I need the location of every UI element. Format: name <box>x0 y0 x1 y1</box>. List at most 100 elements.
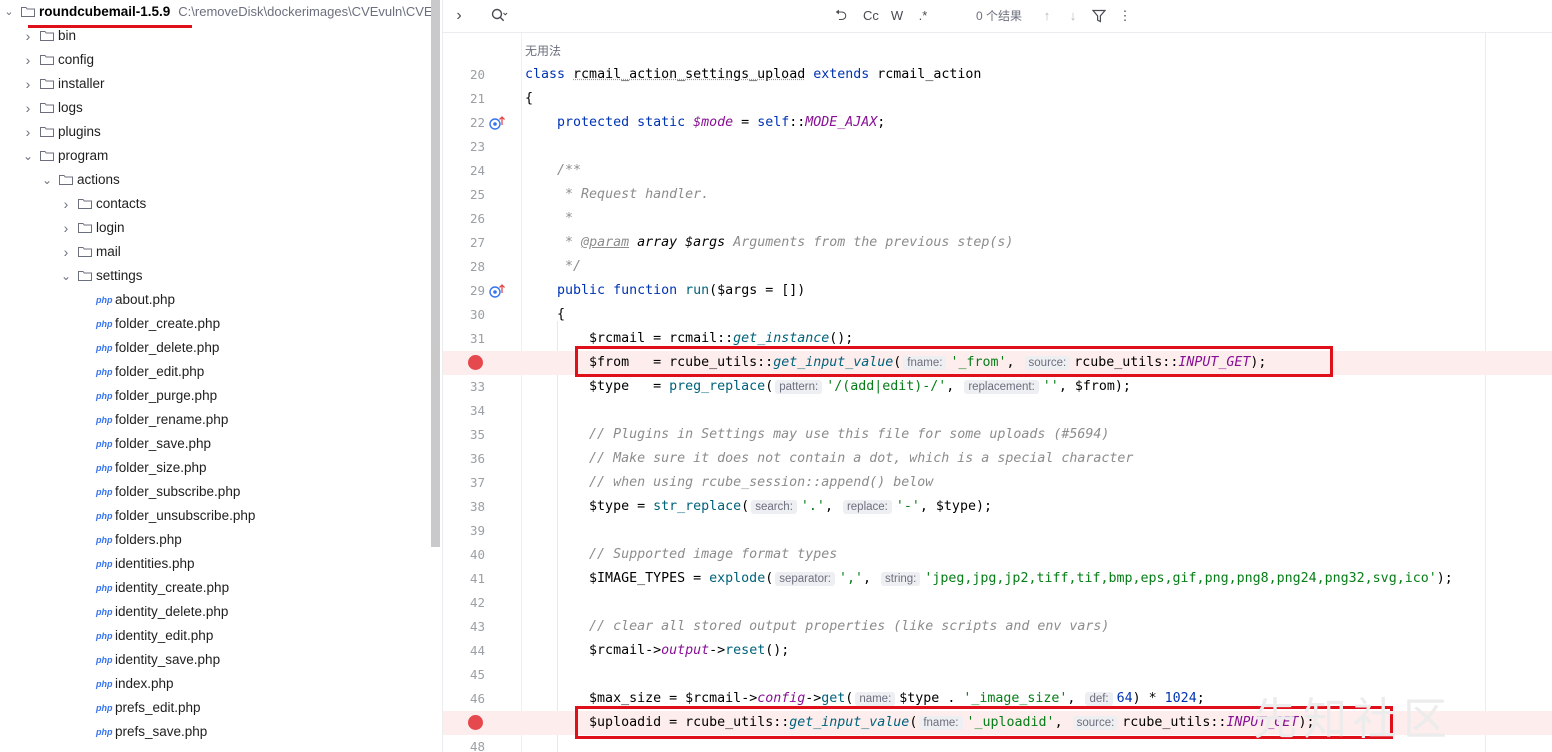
override-method-icon[interactable] <box>488 115 506 131</box>
match-case-button[interactable]: Cc <box>859 0 883 32</box>
tree-folder-item[interactable]: › config <box>0 48 440 72</box>
code-line[interactable]: /** <box>525 159 581 183</box>
line-number[interactable]: 26 <box>443 207 485 231</box>
override-method-icon[interactable] <box>488 283 506 299</box>
line-number[interactable]: 24 <box>443 159 485 183</box>
tree-folder-item[interactable]: ⌄ program <box>0 144 440 168</box>
tree-file-item[interactable]: php identity_create.php <box>0 576 440 600</box>
code-line[interactable]: $type = str_replace(search: '.', replace:… <box>525 495 992 519</box>
line-number[interactable] <box>443 351 485 375</box>
tree-folder-item[interactable]: › plugins <box>0 120 440 144</box>
line-number[interactable]: 33 <box>443 375 485 399</box>
code-line[interactable]: // clear all stored output properties (l… <box>525 615 1109 639</box>
tree-folder-item[interactable]: › contacts <box>0 192 440 216</box>
line-number[interactable]: 46 <box>443 687 485 711</box>
tree-file-item[interactable]: php folder_edit.php <box>0 360 440 384</box>
code-line[interactable]: * <box>525 207 573 231</box>
chevron-right-icon[interactable]: › <box>22 24 34 48</box>
line-number[interactable]: 27 <box>443 231 485 255</box>
code-line[interactable]: public function run($args = []) <box>525 279 805 303</box>
line-number[interactable]: 21 <box>443 87 485 111</box>
tree-folder-item[interactable]: › mail <box>0 240 440 264</box>
code-line[interactable]: // when using rcube_session::append() be… <box>525 471 933 495</box>
tree-file-item[interactable]: php folder_rename.php <box>0 408 440 432</box>
previous-occurrence-icon[interactable]: ↑ <box>1038 0 1056 32</box>
line-number[interactable] <box>443 711 485 735</box>
tree-scrollbar[interactable] <box>431 0 440 547</box>
line-number[interactable]: 38 <box>443 495 485 519</box>
tree-file-item[interactable]: php folder_subscribe.php <box>0 480 440 504</box>
line-number[interactable]: 37 <box>443 471 485 495</box>
line-number[interactable]: 42 <box>443 591 485 615</box>
code-line[interactable]: * @param array $args Arguments from the … <box>525 231 1013 255</box>
tree-file-item[interactable]: php folder_size.php <box>0 456 440 480</box>
tree-file-item[interactable]: php prefs_save.php <box>0 720 440 744</box>
more-options-icon[interactable]: ⋮ <box>1117 0 1133 32</box>
line-number[interactable]: 34 <box>443 399 485 423</box>
line-number[interactable]: 22 <box>443 111 485 135</box>
code-line[interactable]: // Plugins in Settings may use this file… <box>525 423 1109 447</box>
chevron-down-icon[interactable]: ⌄ <box>60 264 72 288</box>
tree-file-item[interactable]: php identity_save.php <box>0 648 440 672</box>
line-number[interactable]: 36 <box>443 447 485 471</box>
tree-file-item[interactable]: php folder_delete.php <box>0 336 440 360</box>
code-line[interactable]: */ <box>525 255 581 279</box>
tree-file-item[interactable]: php index.php <box>0 672 440 696</box>
code-line[interactable]: class rcmail_action_settings_upload exte… <box>525 63 981 87</box>
tree-file-item[interactable]: php folder_unsubscribe.php <box>0 504 440 528</box>
chevron-right-icon[interactable]: › <box>60 192 72 216</box>
code-line[interactable]: { <box>525 303 565 327</box>
line-number[interactable]: 44 <box>443 639 485 663</box>
tree-file-item[interactable]: php identity_delete.php <box>0 600 440 624</box>
code-line[interactable]: $type = preg_replace(pattern: '/(add|edit… <box>525 375 1131 399</box>
line-number[interactable]: 39 <box>443 519 485 543</box>
tree-file-item[interactable]: php folder_purge.php <box>0 384 440 408</box>
line-number[interactable]: 25 <box>443 183 485 207</box>
code-line[interactable]: * Request handler. <box>525 183 709 207</box>
tree-folder-item[interactable]: ⌄ settings <box>0 264 440 288</box>
next-occurrence-icon[interactable]: ↓ <box>1064 0 1082 32</box>
tree-folder-item[interactable]: › logs <box>0 96 440 120</box>
filter-icon[interactable] <box>1090 0 1108 32</box>
chevron-right-icon[interactable]: › <box>22 96 34 120</box>
tree-root-row[interactable]: ⌄ roundcubemail-1.5.9 C:\removeDisk\docke… <box>0 0 440 24</box>
line-number[interactable]: 29 <box>443 279 485 303</box>
tree-file-item[interactable]: php about.php <box>0 288 440 312</box>
line-number[interactable]: 30 <box>443 303 485 327</box>
regex-button[interactable]: .* <box>913 0 933 32</box>
line-number[interactable]: 48 <box>443 735 485 752</box>
tree-folder-item[interactable]: ⌄ actions <box>0 168 440 192</box>
tree-file-item[interactable]: php folder_create.php <box>0 312 440 336</box>
line-number[interactable]: 41 <box>443 567 485 591</box>
chevron-down-icon[interactable]: ⌄ <box>41 168 53 192</box>
line-number[interactable]: 35 <box>443 423 485 447</box>
tree-folder-item[interactable]: › installer <box>0 72 440 96</box>
code-line[interactable]: protected static $mode = self::MODE_AJAX… <box>525 111 885 135</box>
code-line[interactable]: $rcmail->output->reset(); <box>525 639 789 663</box>
chevron-right-icon[interactable]: › <box>60 216 72 240</box>
line-number[interactable]: 28 <box>443 255 485 279</box>
code-line[interactable]: // Supported image format types <box>525 543 837 567</box>
usage-hint[interactable]: 无用法 <box>525 39 561 63</box>
chevron-down-icon[interactable]: ⌄ <box>3 0 15 24</box>
code-editor[interactable]: 无用法 20 class rcmail_action_settings_uploa… <box>443 33 1552 752</box>
tree-file-item[interactable]: php identity_edit.php <box>0 624 440 648</box>
replace-icon[interactable]: ⮌ <box>831 0 851 32</box>
chevron-right-icon[interactable]: › <box>22 48 34 72</box>
tree-folder-item[interactable]: › login <box>0 216 440 240</box>
chevron-right-icon[interactable]: › <box>22 120 34 144</box>
code-line[interactable]: { <box>525 87 533 111</box>
line-number[interactable]: 43 <box>443 615 485 639</box>
tree-folder-item[interactable]: › bin <box>0 24 440 48</box>
code-line[interactable]: // Make sure it does not contain a dot, … <box>525 447 1133 471</box>
code-line[interactable]: $IMAGE_TYPES = explode(separator: ',', st… <box>525 567 1453 591</box>
tree-file-item[interactable]: php folders.php <box>0 528 440 552</box>
line-number[interactable]: 45 <box>443 663 485 687</box>
line-number[interactable]: 20 <box>443 63 485 87</box>
tree-file-item[interactable]: php identities.php <box>0 552 440 576</box>
line-number[interactable]: 23 <box>443 135 485 159</box>
words-button[interactable]: W <box>887 0 907 32</box>
expand-chevron-icon[interactable]: › <box>449 0 469 32</box>
tree-file-item[interactable]: php folder_save.php <box>0 432 440 456</box>
search-options-icon[interactable] <box>487 0 511 32</box>
